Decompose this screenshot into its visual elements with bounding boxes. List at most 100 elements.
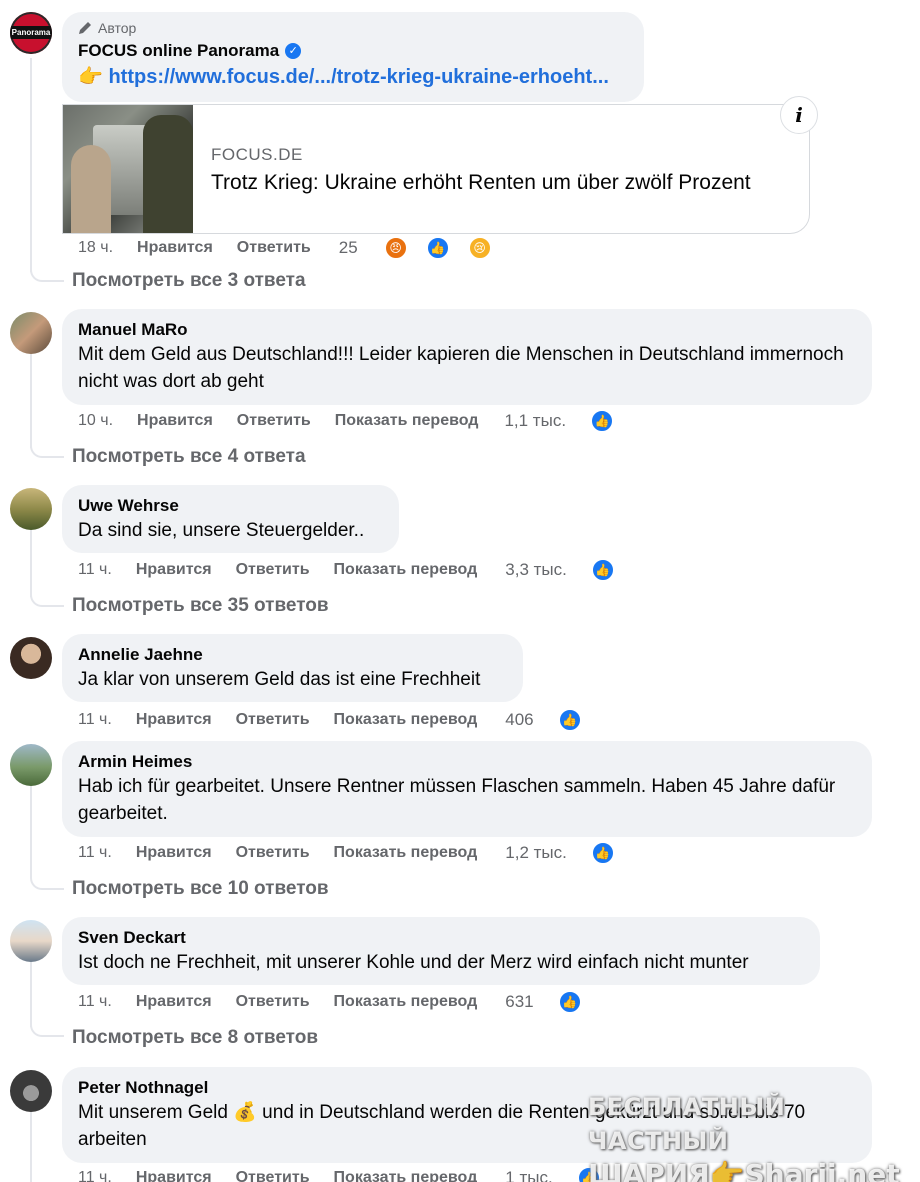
comment-bubble: Sven Deckart Ist doch ne Frechheit, mit …: [62, 917, 820, 985]
like-thumb-icon: 👍: [590, 409, 615, 433]
view-replies-link[interactable]: Посмотреть все 3 ответа: [72, 270, 306, 292]
comment-time[interactable]: 11 ч.: [78, 561, 112, 579]
comment-actions: 10 ч. Нравится Ответить Показать перевод…: [78, 409, 638, 433]
reaction-count: 25: [338, 238, 358, 257]
translate-button[interactable]: Показать перевод: [334, 711, 478, 729]
info-icon[interactable]: i: [780, 96, 818, 134]
view-replies-link[interactable]: Посмотреть все 35 ответов: [72, 595, 329, 617]
translate-button[interactable]: Показать перевод: [334, 561, 478, 579]
post-link[interactable]: 👉 https://www.focus.de/.../trotz-krieg-u…: [78, 62, 628, 92]
like-button[interactable]: Нравится: [137, 412, 213, 430]
reaction-count: 3,3 тыс.: [505, 560, 567, 579]
reactions[interactable]: 1,1 тыс. 👍: [504, 409, 638, 433]
view-replies-link[interactable]: Посмотреть все 4 ответа: [72, 446, 306, 468]
avatar[interactable]: [10, 744, 52, 786]
comment-text: Hab ich für gearbeitet. Unsere Rentner m…: [78, 776, 836, 824]
avatar[interactable]: [10, 920, 52, 962]
author-badge-label: Автор: [98, 20, 137, 36]
reaction-count: 406: [505, 710, 534, 729]
commenter-name[interactable]: Sven Deckart: [78, 927, 804, 949]
reaction-count: 1,1 тыс.: [504, 411, 567, 430]
comment-time[interactable]: 18 ч.: [78, 239, 113, 257]
reply-button[interactable]: Ответить: [236, 561, 310, 579]
money-bag-emoji: 💰: [233, 1102, 257, 1123]
comment-time[interactable]: 11 ч.: [78, 844, 112, 862]
reply-button[interactable]: Ответить: [236, 711, 310, 729]
watermark: БЕСПЛАТНЫЙ ЧАСТНЫЙ ШАРИЯ👉Sharij.net: [588, 1090, 908, 1182]
comment-actions: 11 ч. Нравится Ответить Показать перевод…: [78, 841, 639, 865]
like-button[interactable]: Нравится: [136, 993, 212, 1011]
comment-bubble: Annelie Jaehne Ja klar von unserem Geld …: [62, 634, 523, 702]
reply-button[interactable]: Ответить: [236, 844, 310, 862]
reactions[interactable]: 3,3 тыс. 👍: [505, 558, 639, 582]
commenter-name[interactable]: Uwe Wehrse: [78, 495, 383, 517]
reactions[interactable]: 631 👍: [505, 990, 605, 1014]
translate-button[interactable]: Показать перевод: [334, 1169, 478, 1182]
like-thumb-icon: 👍: [590, 558, 615, 582]
comment-bubble: Armin Heimes Hab ich für gearbeitet. Uns…: [62, 741, 872, 837]
comment-time[interactable]: 11 ч.: [78, 993, 112, 1011]
reactions[interactable]: 25 😠 👍 😢: [339, 236, 516, 260]
comment-time[interactable]: 11 ч.: [78, 1169, 112, 1182]
avatar[interactable]: [10, 637, 52, 679]
like-button[interactable]: Нравится: [137, 239, 213, 257]
comment-text-part: Mit unserem Geld: [78, 1102, 234, 1123]
commenter-name[interactable]: Manuel MaRo: [78, 319, 856, 341]
view-replies-link[interactable]: Посмотреть все 8 ответов: [72, 1027, 318, 1049]
reply-button[interactable]: Ответить: [236, 1169, 310, 1182]
translate-button[interactable]: Показать перевод: [334, 844, 478, 862]
sad-face-icon: 😢: [467, 236, 492, 260]
pencil-icon: [79, 22, 91, 34]
comment-time[interactable]: 11 ч.: [78, 711, 112, 729]
comment-actions: 11 ч. Нравится Ответить Показать перевод…: [78, 990, 606, 1014]
comment-text: Da sind sie, unsere Steuergelder..: [78, 520, 365, 541]
watermark-line1: БЕСПЛАТНЫЙ ЧАСТНЫЙ: [588, 1093, 786, 1155]
like-thumb-icon: 👍: [425, 236, 450, 260]
avatar[interactable]: [10, 488, 52, 530]
like-thumb-icon: 👍: [590, 841, 615, 865]
link-preview-card[interactable]: FOCUS.DE Trotz Krieg: Ukraine erhöht Ren…: [62, 104, 810, 234]
reaction-count: 631: [505, 992, 534, 1011]
like-button[interactable]: Нравится: [136, 844, 212, 862]
translate-button[interactable]: Показать перевод: [335, 412, 479, 430]
reaction-count: 1 тыс.: [505, 1168, 553, 1182]
avatar[interactable]: [10, 312, 52, 354]
verified-check-icon: ✓: [285, 43, 302, 59]
post-link-url[interactable]: https://www.focus.de/.../trotz-krieg-ukr…: [108, 66, 608, 88]
post-actions: 18 ч. Нравится Ответить 25 😠 👍 😢: [78, 236, 516, 260]
comment-text: Ist doch ne Frechheit, mit unserer Kohle…: [78, 952, 749, 973]
author-name[interactable]: FOCUS online Panorama: [78, 40, 279, 62]
comment-actions: 11 ч. Нравится Ответить Показать перевод…: [78, 1166, 625, 1182]
comment-bubble: Uwe Wehrse Da sind sie, unsere Steuergel…: [62, 485, 399, 553]
watermark-line2: ШАРИЯ👉Sharij.net: [588, 1158, 900, 1182]
reactions[interactable]: 1,2 тыс. 👍: [505, 841, 639, 865]
author-badge: Автор: [78, 20, 628, 36]
link-preview-title: Trotz Krieg: Ukraine erhöht Renten um üb…: [211, 171, 751, 194]
commenter-name[interactable]: Annelie Jaehne: [78, 644, 507, 666]
translate-button[interactable]: Показать перевод: [334, 993, 478, 1011]
reactions[interactable]: 406 👍: [505, 708, 605, 732]
comment-time[interactable]: 10 ч.: [78, 412, 113, 430]
like-thumb-icon: 👍: [557, 990, 582, 1014]
reply-button[interactable]: Ответить: [236, 993, 310, 1011]
avatar[interactable]: [10, 1070, 52, 1112]
comment-bubble: Manuel MaRo Mit dem Geld aus Deutschland…: [62, 309, 872, 405]
like-button[interactable]: Нравится: [136, 711, 212, 729]
post-bubble: Автор FOCUS online Panorama ✓ 👉 https://…: [62, 12, 644, 102]
like-button[interactable]: Нравится: [136, 561, 212, 579]
reply-button[interactable]: Ответить: [237, 412, 311, 430]
avatar-focus-panorama[interactable]: Panorama: [10, 12, 52, 54]
view-replies-link[interactable]: Посмотреть все 10 ответов: [72, 878, 329, 900]
link-preview-image: [63, 105, 193, 233]
reply-button[interactable]: Ответить: [237, 239, 311, 257]
comment-actions: 11 ч. Нравится Ответить Показать перевод…: [78, 558, 639, 582]
commenter-name[interactable]: Armin Heimes: [78, 751, 856, 773]
comment-actions: 11 ч. Нравится Ответить Показать перевод…: [78, 708, 606, 732]
comment-text: Mit dem Geld aus Deutschland!!! Leider k…: [78, 344, 844, 392]
link-preview-domain: FOCUS.DE: [211, 145, 303, 164]
like-button[interactable]: Нравится: [136, 1169, 212, 1182]
angry-face-icon: 😠: [383, 236, 408, 260]
like-thumb-icon: 👍: [557, 708, 582, 732]
reaction-count: 1,2 тыс.: [505, 843, 567, 862]
pointing-hand-emoji: 👉: [78, 66, 103, 88]
